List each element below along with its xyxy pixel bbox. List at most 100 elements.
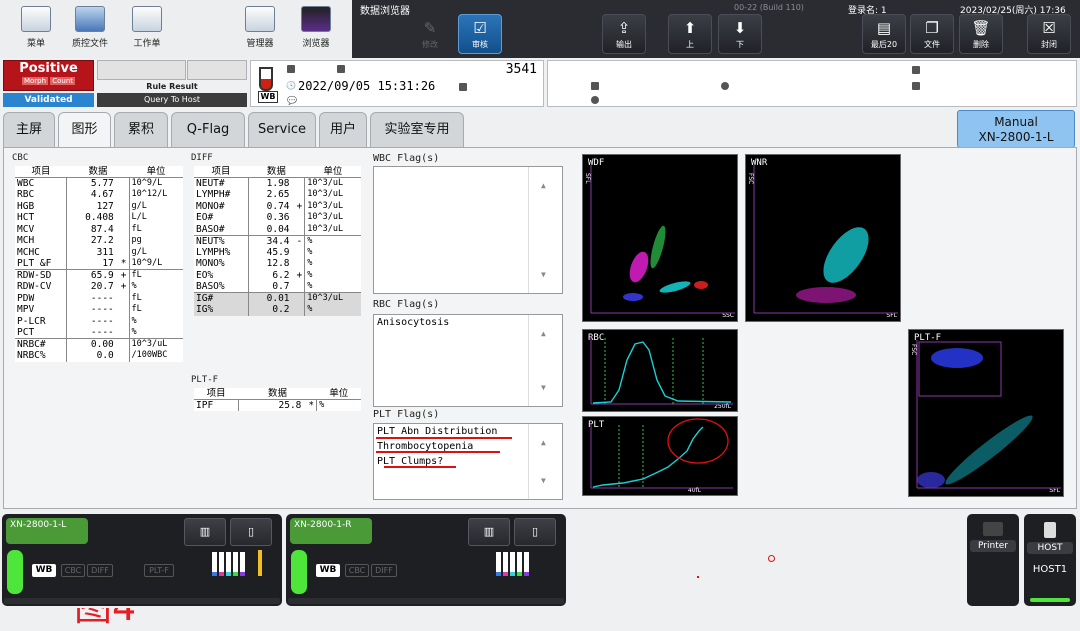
status-lamp (7, 550, 23, 594)
manual-tube-button[interactable]: ▯ (230, 518, 272, 546)
manager-button[interactable]: 管理器 (234, 4, 286, 54)
table-row[interactable]: IG# 0.01 10^3/uL (194, 292, 361, 304)
plt-flag-list[interactable]: PLT Abn Distribution Thrombocytopenia PL… (373, 423, 563, 500)
table-row[interactable]: NEUT# 1.98 10^3/uL (194, 177, 361, 189)
modify-button[interactable]: ✎ 修改 (408, 14, 452, 54)
manual-indicator[interactable]: Manual XN-2800-1-L (957, 110, 1075, 148)
query-to-host-label[interactable]: Query To Host (97, 93, 247, 107)
rack-button[interactable]: ▥ (184, 518, 226, 546)
rbc-flag-list[interactable]: Anisocytosis ▲ ▼ (373, 314, 563, 407)
table-row[interactable]: BASO% 0.7 % (194, 281, 361, 293)
table-row[interactable]: RDW-CV 20.7 +% (15, 281, 183, 293)
tab-user[interactable]: 用户 (319, 112, 367, 148)
manager-label: 管理器 (246, 39, 274, 49)
manual-tube-button[interactable]: ▯ (514, 518, 556, 546)
red-dot (697, 576, 699, 578)
wnr-scattergram[interactable]: WNR SFL FSC (745, 154, 901, 322)
table-row[interactable]: MONO# 0.74 +10^3/uL (194, 200, 361, 212)
latest20-button[interactable]: ▤ 最后20 (862, 14, 906, 54)
wbc-flag-scrollbar[interactable]: ▲ ▼ (528, 167, 562, 293)
tab-service[interactable]: Service (248, 112, 316, 148)
table-row[interactable]: MONO% 12.8 % (194, 258, 361, 270)
table-row[interactable]: NRBC# 0.00 10^3/uL (15, 338, 183, 350)
table-row[interactable]: EO% 6.2 +% (194, 269, 361, 281)
scroll-down-icon[interactable]: ▼ (541, 476, 546, 485)
plt-flag-scrollbar[interactable]: ▲ ▼ (528, 424, 562, 499)
plt-histogram[interactable]: PLT 40fL (582, 416, 738, 496)
item-unit: % (304, 234, 361, 247)
rack-button[interactable]: ▥ (468, 518, 510, 546)
rbc-histogram[interactable]: RBC 250fL (582, 329, 738, 412)
scroll-up-icon[interactable]: ▲ (541, 438, 546, 447)
clock-icon: 🕓 (286, 81, 296, 90)
item-unit: 10^9/L (131, 258, 163, 268)
table-row[interactable]: RBC 4.67 10^12/L (15, 189, 183, 201)
table-row[interactable]: LYMPH% 45.9 % (194, 246, 361, 258)
column-header: 项目 (194, 166, 249, 178)
table-row[interactable]: IPF 25.8 *% (194, 399, 361, 411)
table-row[interactable]: HGB 127 g/L (15, 200, 183, 212)
doctor-icon (912, 82, 920, 90)
tab-cumulative[interactable]: 累积 (114, 112, 168, 148)
file-button[interactable]: ❐ 文件 (910, 14, 954, 54)
table-row[interactable]: P-LCR ---- % (15, 315, 183, 327)
table-row[interactable]: PDW ---- fL (15, 292, 183, 304)
printer-button[interactable]: Printer (967, 514, 1019, 606)
up-button[interactable]: ⬆ 上 (668, 14, 712, 54)
menu-icon (21, 6, 51, 32)
tab-main[interactable]: 主屏 (3, 112, 55, 148)
table-row[interactable]: NRBC% 0.0 /100WBC (15, 350, 183, 362)
scroll-up-icon[interactable]: ▲ (541, 181, 546, 190)
wbc-flag-list[interactable]: ▲ ▼ (373, 166, 563, 294)
table-row[interactable]: MPV ---- fL (15, 304, 183, 316)
item-value: 65.9 + (66, 269, 130, 281)
table-row[interactable]: HCT 0.408 L/L (15, 212, 183, 224)
menu-button[interactable]: 菜单 (10, 4, 62, 54)
item-flag: * (308, 400, 315, 411)
qc-file-button[interactable]: 质控文件 (64, 4, 116, 54)
pltf-scattergram[interactable]: PLT-F SFL FSC (908, 329, 1064, 497)
item-unit: 10^3/uL (307, 223, 344, 234)
rbc-flag-scrollbar[interactable]: ▲ ▼ (528, 315, 562, 406)
scroll-down-icon[interactable]: ▼ (541, 383, 546, 392)
host-status-bar (1030, 598, 1070, 602)
item-unit: fL (131, 304, 142, 315)
table-row[interactable]: LYMPH# 2.65 10^3/uL (194, 189, 361, 201)
scroll-up-icon[interactable]: ▲ (541, 329, 546, 338)
delete-button[interactable]: 🗑 删除 (959, 14, 1003, 54)
table-row[interactable]: BASO# 0.04 10^3/uL (194, 223, 361, 235)
worklist-button[interactable]: 工作单 (121, 4, 173, 54)
table-row[interactable]: NEUT% 34.4 -% (194, 234, 361, 247)
manager-icon (245, 6, 275, 32)
down-button[interactable]: ⬇ 下 (718, 14, 762, 54)
table-row[interactable]: IG% 0.2 % (194, 304, 361, 316)
down-label: 下 (736, 40, 744, 49)
scroll-down-icon[interactable]: ▼ (541, 270, 546, 279)
host-button[interactable]: HOST HOST1 (1024, 514, 1076, 606)
analyzer-unit-left[interactable]: XN-2800-1-L ▥ ▯ WB CBC DIFF PLT-F (2, 514, 282, 606)
output-button[interactable]: ⇪ 输出 (602, 14, 646, 54)
host-label: HOST (1027, 542, 1073, 554)
tab-qflag[interactable]: Q-Flag (171, 112, 245, 148)
menu-label: 菜单 (26, 39, 45, 49)
column-header: 数据 (66, 166, 129, 178)
analyzer-unit-right[interactable]: XN-2800-1-R ▥ ▯ WB CBC DIFF (286, 514, 566, 606)
tab-graphics[interactable]: 图形 (58, 112, 111, 149)
table-row[interactable]: PLT &F 17 * 10^9/L (15, 258, 183, 270)
item-flag: + (296, 269, 303, 281)
table-row[interactable]: MCV 87.4 fL (15, 223, 183, 235)
table-row[interactable]: RDW-SD 65.9 + fL (15, 269, 183, 281)
top-toolbar: 菜单 质控文件 工作单 管理器 浏览器 数据浏览器 00-22 (Build 1… (0, 0, 1080, 58)
table-row[interactable]: PCT ---- % (15, 327, 183, 339)
table-row[interactable]: MCHC 311 g/L (15, 246, 183, 258)
table-row[interactable]: MCH 27.2 pg (15, 235, 183, 247)
item-unit: 10^3/uL (129, 338, 183, 350)
table-row[interactable]: WBC 5.77 10^9/L (15, 177, 183, 189)
validate-button[interactable]: ☑ 审核 (458, 14, 502, 54)
table-row[interactable]: EO# 0.36 10^3/uL (194, 212, 361, 224)
item-name: MCHC (15, 246, 68, 258)
wdf-scattergram[interactable]: WDF SSC SFL (582, 154, 738, 322)
browser-button[interactable]: 浏览器 (290, 4, 342, 54)
tab-lab[interactable]: 实验室专用 (370, 112, 464, 148)
close-button[interactable]: ☒ 封闭 (1027, 14, 1071, 54)
